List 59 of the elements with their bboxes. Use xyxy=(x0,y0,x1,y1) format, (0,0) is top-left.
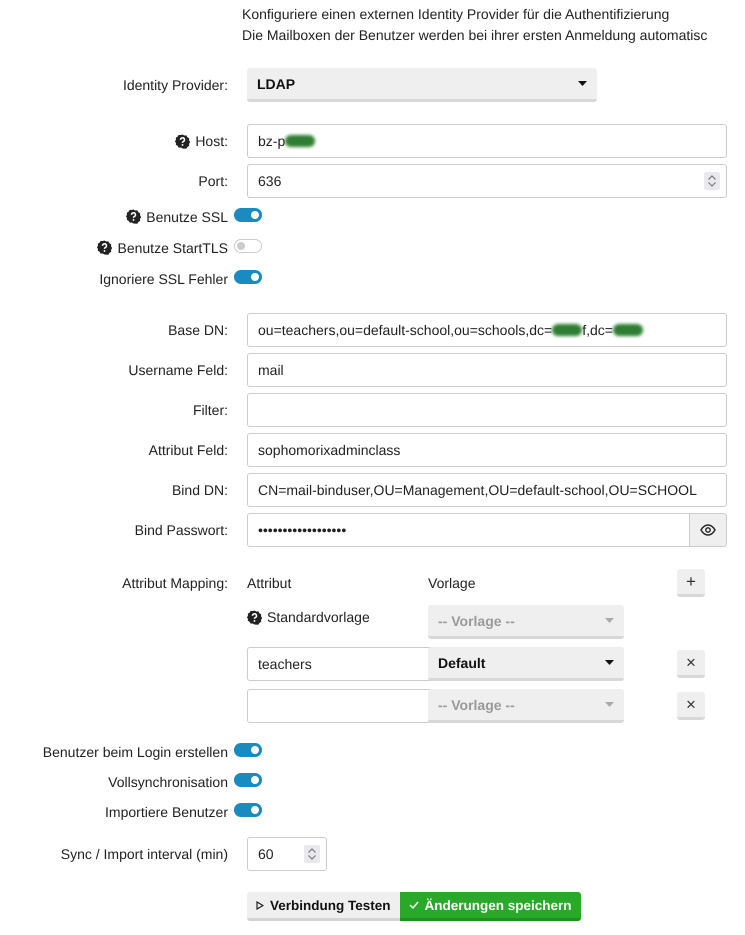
remove-button[interactable]: × xyxy=(677,650,705,678)
field-label: Attribut Feld: xyxy=(148,442,228,458)
text-field[interactable]: mail xyxy=(247,353,727,387)
caret-icon xyxy=(578,81,587,86)
field-label: Ignoriere SSL Fehler xyxy=(99,270,228,286)
redaction-scribble xyxy=(612,324,643,336)
field-label: Benutze StartTLS xyxy=(117,240,228,256)
field-label: Bind DN: xyxy=(172,482,228,498)
field-label: Host: xyxy=(195,133,228,149)
toggle-switch[interactable] xyxy=(234,803,262,817)
text-field[interactable]: bz-p xyxy=(247,124,727,158)
show-password-button[interactable] xyxy=(690,513,727,547)
text-field[interactable] xyxy=(247,393,727,427)
text-field[interactable]: CN=mail-binduser,OU=Management,OU=default-school,OU=SCHOOL xyxy=(247,473,727,507)
help-icon[interactable] xyxy=(247,610,262,624)
field-label: Bind Passwort: xyxy=(134,522,228,538)
number-field[interactable]: 636 xyxy=(247,164,727,198)
intro-text: Die Mailboxen der Benutzer werden bei ihrer ersten Anmeldung automatisc xyxy=(242,26,708,45)
field-label: Vollsynchronisation xyxy=(108,774,228,790)
toggle-switch[interactable] xyxy=(234,208,262,222)
text-field[interactable]: ou=teachers,ou=default-school,ou=schools,dc= f,dc= xyxy=(247,313,727,347)
help-icon[interactable] xyxy=(97,240,112,255)
field-label: Port: xyxy=(198,173,228,189)
field-label: Attribut Mapping: xyxy=(122,575,228,591)
text-field[interactable]: sophomorixadminclass xyxy=(247,433,727,467)
add-button[interactable]: + xyxy=(677,569,705,597)
check-icon xyxy=(408,901,419,909)
field-label: Benutze SSL xyxy=(146,208,228,224)
remove-button[interactable]: × xyxy=(677,692,705,720)
redaction-scribble xyxy=(552,324,582,336)
toggle-switch[interactable] xyxy=(234,270,262,284)
spinner-icon[interactable] xyxy=(304,845,320,863)
row-label: Standardvorlage xyxy=(267,609,370,625)
play-icon xyxy=(256,900,264,910)
redaction-scribble xyxy=(285,135,316,147)
eye-icon xyxy=(700,524,716,536)
field-label: Benutzer beim Login erstellen xyxy=(42,744,228,760)
toggle-switch[interactable] xyxy=(234,743,262,757)
field-label: Base DN: xyxy=(168,322,228,338)
toggle-switch[interactable] xyxy=(234,239,262,253)
intro-text: Konfiguriere einen externen Identity Provider für die Authentifizierung xyxy=(242,5,670,24)
password-field[interactable]: •••••••••••••••••• xyxy=(247,513,690,547)
field-label: Sync / Import interval (min) xyxy=(60,846,228,862)
spinner-icon[interactable] xyxy=(704,172,720,190)
test-button[interactable]: Verbindung Testen xyxy=(247,892,400,921)
column-header: Vorlage xyxy=(428,575,476,591)
select-dropdown[interactable]: LDAP xyxy=(247,68,597,102)
number-field[interactable]: 60 xyxy=(247,837,327,871)
field-label: Identity Provider: xyxy=(122,77,228,93)
caret-icon xyxy=(605,660,614,665)
field-label: Filter: xyxy=(193,402,228,418)
toggle-switch[interactable] xyxy=(234,773,262,787)
field-label: Username Feld: xyxy=(128,362,228,378)
help-icon[interactable] xyxy=(175,134,190,148)
caret-icon xyxy=(605,702,614,707)
caret-icon xyxy=(605,618,614,623)
field-label: Importiere Benutzer xyxy=(105,804,228,820)
column-header: Attribut xyxy=(247,575,292,591)
help-icon[interactable] xyxy=(126,209,142,224)
